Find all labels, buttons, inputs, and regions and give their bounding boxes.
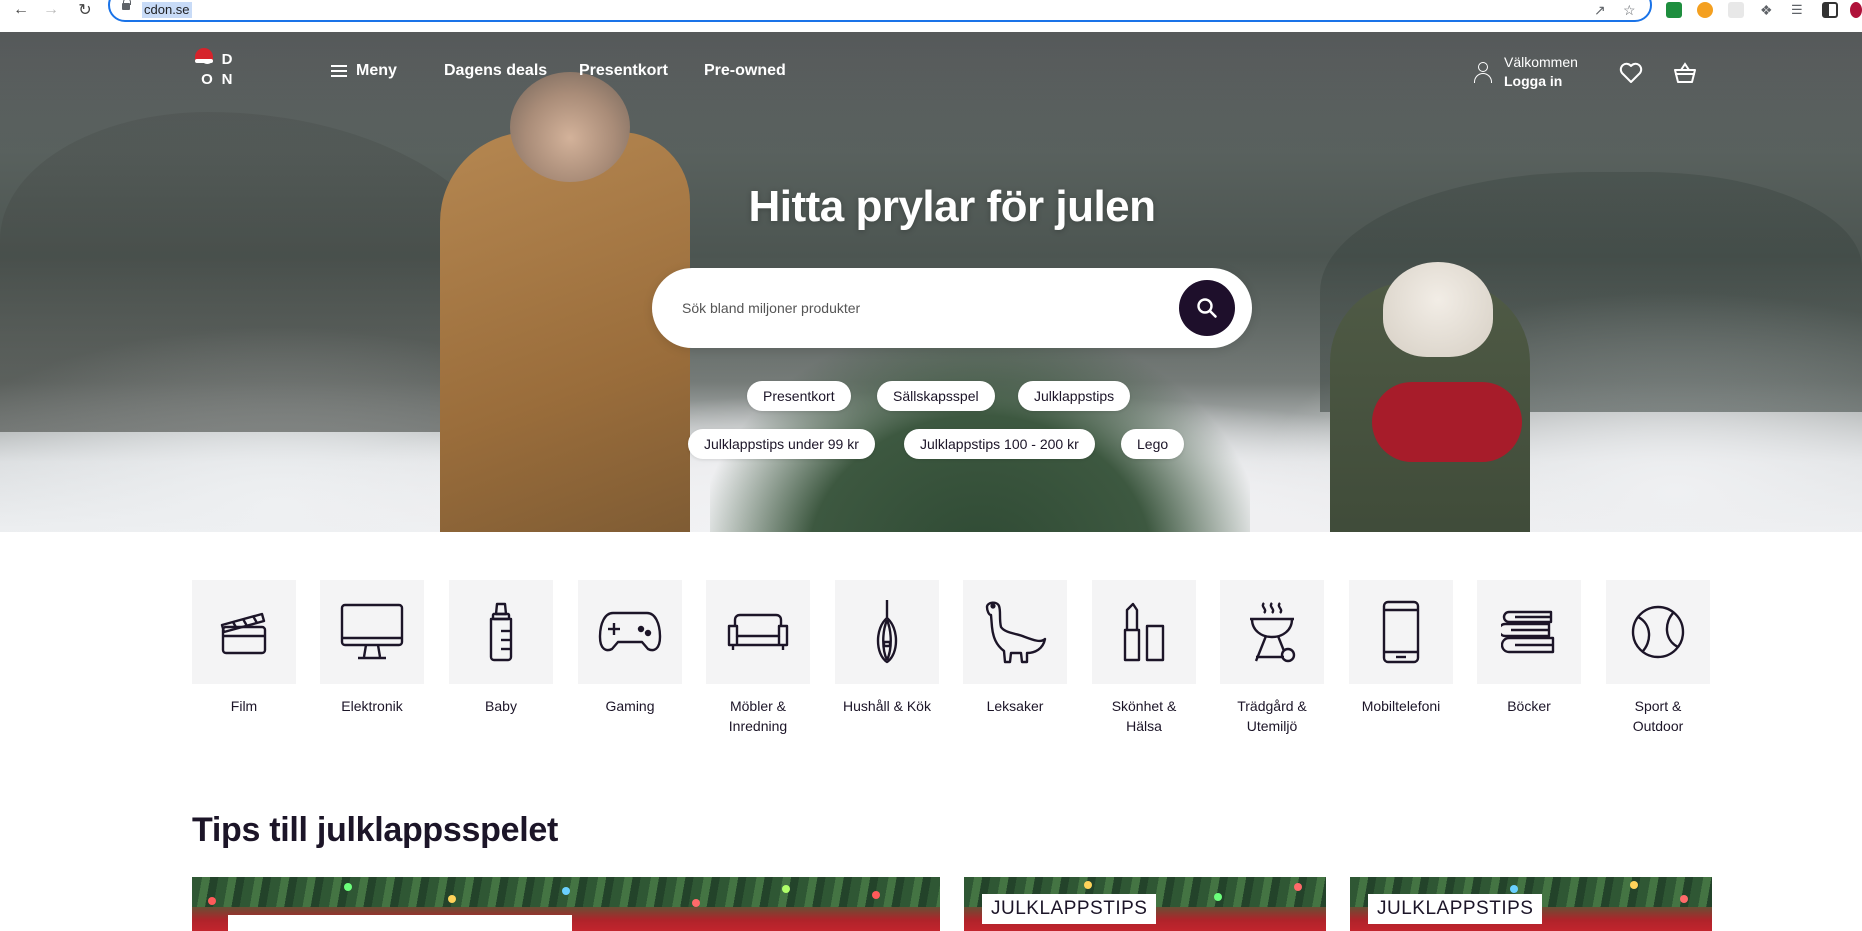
menu-button[interactable]: Meny	[356, 62, 397, 80]
lock-icon	[122, 0, 131, 10]
forward-icon[interactable]: →	[41, 0, 61, 20]
extension-g-icon[interactable]	[1697, 2, 1713, 18]
reload-icon[interactable]: ↻	[75, 0, 95, 20]
search-box	[652, 268, 1252, 348]
nav-pre-owned[interactable]: Pre-owned	[704, 62, 786, 80]
search-button[interactable]	[1179, 280, 1235, 336]
category-tradgard-utemiljo[interactable]: Trädgård & Utemiljö	[1220, 580, 1324, 736]
category-baby[interactable]: Baby	[449, 580, 553, 716]
extension-check-icon[interactable]	[1666, 2, 1682, 18]
monitor-icon	[340, 603, 404, 660]
chip-lego[interactable]: Lego	[1121, 429, 1185, 459]
tennis-ball-icon	[1631, 605, 1685, 659]
category-bocker[interactable]: Böcker	[1477, 580, 1581, 716]
category-elektronik[interactable]: Elektronik	[320, 580, 424, 716]
share-icon[interactable]: ↗	[1594, 2, 1606, 19]
smartphone-icon	[1382, 600, 1420, 664]
cart-basket-icon[interactable]	[1673, 62, 1697, 84]
media-icon[interactable]: ☰	[1791, 2, 1807, 18]
santa-hat-icon	[195, 48, 213, 63]
search-icon	[1197, 298, 1217, 318]
lipstick-icon	[1123, 602, 1165, 662]
browser-toolbar: ← → ↻ cdon.se ↗ ☆ ❖ ☰	[0, 0, 1862, 22]
puzzle-icon[interactable]: ❖	[1760, 2, 1776, 18]
category-gaming[interactable]: Gaming	[578, 580, 682, 716]
card-1-label	[228, 915, 572, 931]
tips-card-1[interactable]	[192, 877, 940, 931]
nav-presentkort[interactable]: Presentkort	[579, 62, 668, 80]
gamepad-icon	[598, 611, 662, 652]
user-icon[interactable]	[1474, 62, 1492, 84]
login-link[interactable]: Välkommen Logga in	[1504, 53, 1578, 91]
whisk-icon	[876, 600, 898, 664]
tips-card-3[interactable]: JULKLAPPSTIPS	[1350, 877, 1712, 931]
books-icon	[1501, 610, 1555, 654]
section-title: Tips till julklappsspelet	[192, 811, 558, 849]
category-leksaker[interactable]: Leksaker	[963, 580, 1067, 716]
card-2-tag: JULKLAPPSTIPS	[982, 894, 1157, 924]
welcome-text: Välkommen	[1504, 54, 1578, 70]
wishlist-heart-icon[interactable]	[1619, 62, 1643, 84]
sidepanel-icon[interactable]	[1822, 2, 1838, 18]
chip-sallskapsspel[interactable]: Sällskapsspel	[877, 381, 995, 411]
chip-julklappstips-100-200[interactable]: Julklappstips 100 - 200 kr	[904, 429, 1095, 459]
star-icon[interactable]: ☆	[1623, 2, 1636, 19]
chip-julklappstips[interactable]: Julklappstips	[1018, 381, 1131, 411]
hamburger-icon[interactable]	[331, 65, 347, 77]
nav-dagens-deals[interactable]: Dagens deals	[444, 62, 547, 80]
dinosaur-icon	[985, 601, 1047, 664]
tips-card-2[interactable]: JULKLAPPSTIPS	[964, 877, 1326, 931]
chip-julklappstips-under-99[interactable]: Julklappstips under 99 kr	[688, 429, 875, 459]
profile-avatar[interactable]	[1850, 2, 1862, 18]
category-mobler-inredning[interactable]: Möbler & Inredning	[706, 580, 810, 736]
extension-blank-icon[interactable]	[1728, 2, 1744, 18]
chip-presentkort[interactable]: Presentkort	[747, 381, 851, 411]
address-bar[interactable]: cdon.se ↗ ☆	[108, 0, 1652, 22]
cdon-logo[interactable]: C D O N	[195, 48, 241, 94]
back-icon[interactable]: ←	[11, 0, 31, 20]
card-3-tag: JULKLAPPSTIPS	[1368, 894, 1543, 924]
clapperboard-icon	[220, 612, 267, 655]
baby-bottle-icon	[489, 602, 513, 662]
grill-icon	[1250, 602, 1296, 663]
search-input[interactable]	[682, 294, 1102, 322]
url-text[interactable]: cdon.se	[142, 2, 192, 18]
category-film[interactable]: Film	[192, 580, 296, 716]
category-sport-outdoor[interactable]: Sport & Outdoor	[1606, 580, 1710, 736]
sofa-icon	[727, 613, 789, 650]
category-mobiltelefoni[interactable]: Mobiltelefoni	[1349, 580, 1453, 716]
hero-title: Hitta prylar för julen	[748, 182, 1156, 231]
category-skonhet-halsa[interactable]: Skönhet & Hälsa	[1092, 580, 1196, 736]
login-text[interactable]: Logga in	[1504, 72, 1578, 91]
category-hushall-kok[interactable]: Hushåll & Kök	[835, 580, 939, 716]
